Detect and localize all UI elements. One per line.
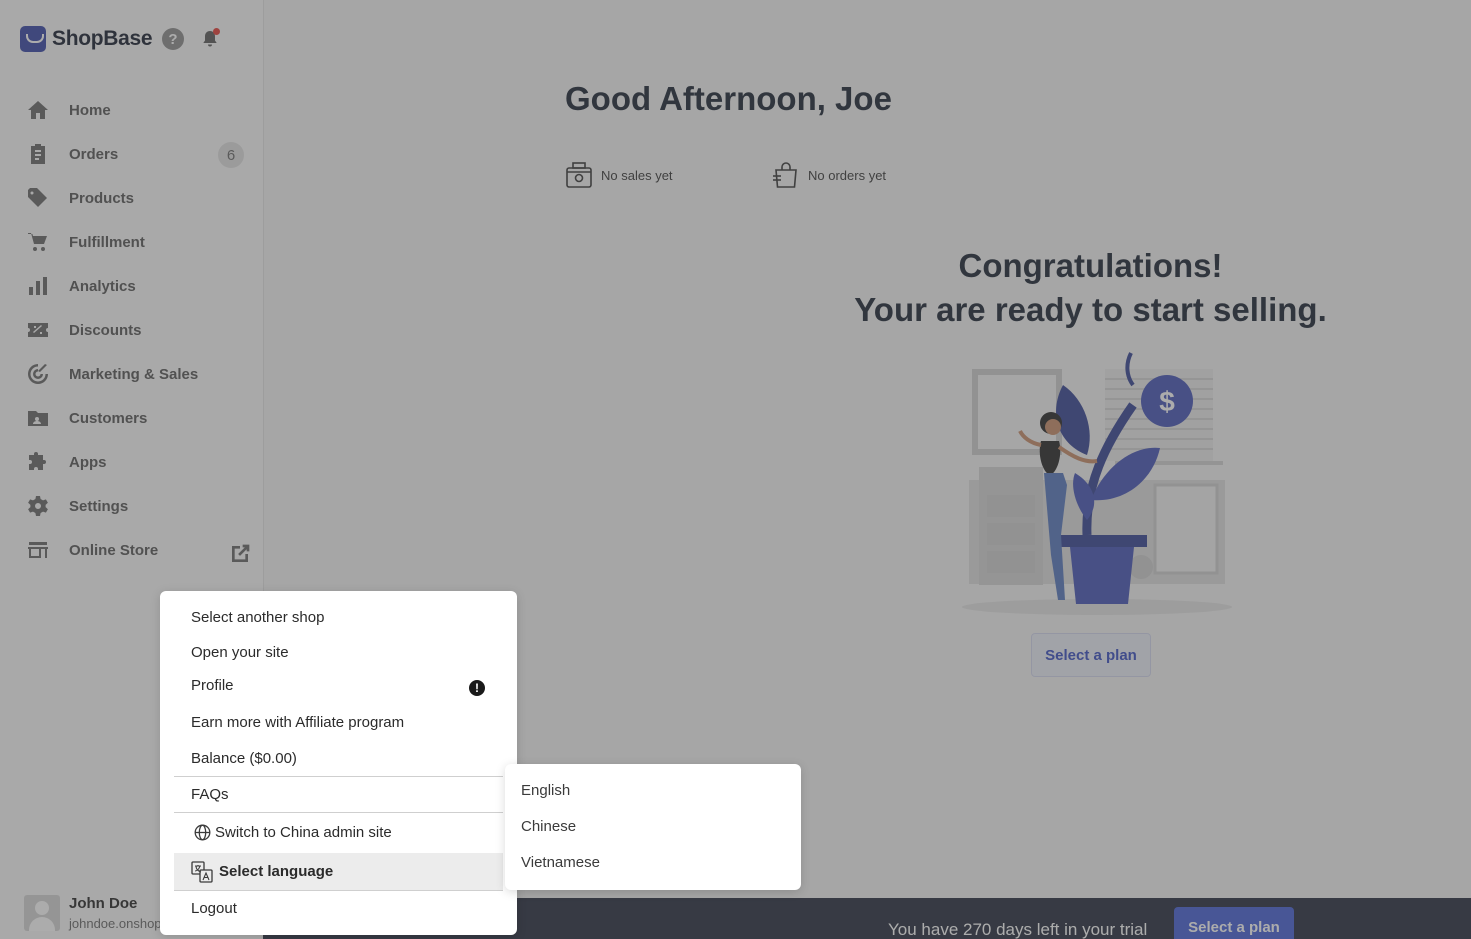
menu-item-faqs[interactable]: FAQs xyxy=(174,777,503,811)
menu-item-logout[interactable]: Logout xyxy=(174,891,503,925)
account-menu: Select another shop Open your site Profi… xyxy=(160,591,517,935)
menu-item-select-language-label: Select language xyxy=(219,863,334,880)
menu-item-affiliate[interactable]: Earn more with Affiliate program xyxy=(174,705,503,739)
alert-icon: ! xyxy=(469,680,485,696)
globe-icon xyxy=(194,824,211,840)
menu-item-balance[interactable]: Balance ($0.00) xyxy=(174,741,503,775)
menu-item-profile[interactable]: Profile ! xyxy=(174,666,503,704)
language-option-vietnamese[interactable]: Vietnamese xyxy=(521,854,600,871)
language-option-chinese[interactable]: Chinese xyxy=(521,818,576,835)
menu-item-china-admin-label: Switch to China admin site xyxy=(215,823,392,841)
language-submenu: English Chinese Vietnamese xyxy=(505,764,801,890)
menu-item-select-language[interactable]: Select language xyxy=(174,853,503,890)
menu-item-open-site[interactable]: Open your site xyxy=(174,635,503,669)
language-option-english[interactable]: English xyxy=(521,782,570,799)
translate-icon xyxy=(191,860,213,883)
menu-item-select-shop[interactable]: Select another shop xyxy=(174,600,503,634)
menu-item-profile-label: Profile xyxy=(191,676,234,694)
menu-item-china-admin[interactable]: Switch to China admin site xyxy=(174,813,503,851)
